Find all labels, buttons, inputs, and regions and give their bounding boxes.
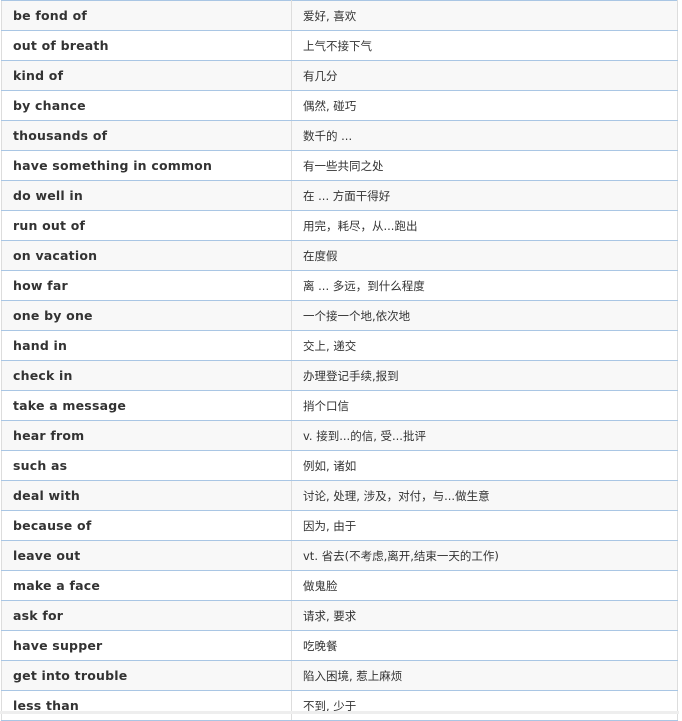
phrase-cell: by chance	[1, 90, 292, 121]
table-row: on vacation 在度假	[1, 240, 678, 271]
phrase-cell: less than	[1, 690, 292, 721]
phrase-cell: out of breath	[1, 30, 292, 61]
meaning-cell: 离 ... 多远，到什么程度	[291, 270, 678, 301]
phrase-cell: do well in	[1, 180, 292, 211]
meaning-cell: 不到, 少于	[291, 690, 678, 721]
vocabulary-table: be fond of 爱好, 喜欢 out of breath 上气不接下气 kind …	[1, 0, 678, 721]
table-row: how far 离 ... 多远，到什么程度	[1, 270, 678, 301]
phrase-cell: be fond of	[1, 0, 292, 31]
table-row: because of 因为, 由于	[1, 510, 678, 541]
meaning-cell: 捎个口信	[291, 390, 678, 421]
table-row: ask for 请求, 要求	[1, 600, 678, 631]
meaning-cell: 讨论, 处理, 涉及，对付，与...做生意	[291, 480, 678, 511]
table-row: run out of 用完，耗尽，从...跑出	[1, 210, 678, 241]
table-row: less than 不到, 少于	[1, 690, 678, 721]
meaning-cell: 例如, 诸如	[291, 450, 678, 481]
meaning-cell: 用完，耗尽，从...跑出	[291, 210, 678, 241]
meaning-cell: 请求, 要求	[291, 600, 678, 631]
phrase-cell: run out of	[1, 210, 292, 241]
meaning-cell: 偶然, 碰巧	[291, 90, 678, 121]
phrase-cell: check in	[1, 360, 292, 391]
meaning-cell: 有几分	[291, 60, 678, 91]
table-row: leave out vt. 省去(不考虑,离开,结束一天的工作)	[1, 540, 678, 571]
meaning-cell: v. 接到...的信, 受...批评	[291, 420, 678, 451]
meaning-cell: 吃晚餐	[291, 630, 678, 661]
table-row: have something in common 有一些共同之处	[1, 150, 678, 181]
phrase-cell: have something in common	[1, 150, 292, 181]
table-row: be fond of 爱好, 喜欢	[1, 0, 678, 31]
table-row: take a message 捎个口信	[1, 390, 678, 421]
vocabulary-table-body: be fond of 爱好, 喜欢 out of breath 上气不接下气 kind …	[1, 0, 678, 721]
phrase-cell: have supper	[1, 630, 292, 661]
phrase-cell: make a face	[1, 570, 292, 601]
phrase-cell: on vacation	[1, 240, 292, 271]
meaning-cell: 数千的 ...	[291, 120, 678, 151]
table-row: make a face 做鬼脸	[1, 570, 678, 601]
meaning-cell: 做鬼脸	[291, 570, 678, 601]
meaning-cell: 一个接一个地,依次地	[291, 300, 678, 331]
meaning-cell: 交上, 递交	[291, 330, 678, 361]
meaning-cell: vt. 省去(不考虑,离开,结束一天的工作)	[291, 540, 678, 571]
phrase-cell: ask for	[1, 600, 292, 631]
meaning-cell: 在度假	[291, 240, 678, 271]
phrase-cell: hear from	[1, 420, 292, 451]
meaning-cell: 办理登记手续,报到	[291, 360, 678, 391]
table-row: such as 例如, 诸如	[1, 450, 678, 481]
meaning-cell: 爱好, 喜欢	[291, 0, 678, 31]
meaning-cell: 上气不接下气	[291, 30, 678, 61]
phrase-cell: deal with	[1, 480, 292, 511]
phrase-cell: get into trouble	[1, 660, 292, 691]
table-row: do well in 在 ... 方面干得好	[1, 180, 678, 211]
meaning-cell: 因为, 由于	[291, 510, 678, 541]
phrase-cell: kind of	[1, 60, 292, 91]
table-row: one by one 一个接一个地,依次地	[1, 300, 678, 331]
phrase-cell: take a message	[1, 390, 292, 421]
table-row: kind of 有几分	[1, 60, 678, 91]
table-row: thousands of 数千的 ...	[1, 120, 678, 151]
phrase-cell: leave out	[1, 540, 292, 571]
meaning-cell: 有一些共同之处	[291, 150, 678, 181]
table-row: out of breath 上气不接下气	[1, 30, 678, 61]
table-row: by chance 偶然, 碰巧	[1, 90, 678, 121]
table-row: check in 办理登记手续,报到	[1, 360, 678, 391]
table-row: have supper 吃晚餐	[1, 630, 678, 661]
table-row: hand in 交上, 递交	[1, 330, 678, 361]
table-row: get into trouble 陷入困境, 惹上麻烦	[1, 660, 678, 691]
phrase-cell: how far	[1, 270, 292, 301]
meaning-cell: 陷入困境, 惹上麻烦	[291, 660, 678, 691]
phrase-cell: such as	[1, 450, 292, 481]
phrase-cell: thousands of	[1, 120, 292, 151]
phrase-cell: because of	[1, 510, 292, 541]
table-row: hear from v. 接到...的信, 受...批评	[1, 420, 678, 451]
phrase-cell: hand in	[1, 330, 292, 361]
meaning-cell: 在 ... 方面干得好	[291, 180, 678, 211]
phrase-cell: one by one	[1, 300, 292, 331]
table-row: deal with 讨论, 处理, 涉及，对付，与...做生意	[1, 480, 678, 511]
